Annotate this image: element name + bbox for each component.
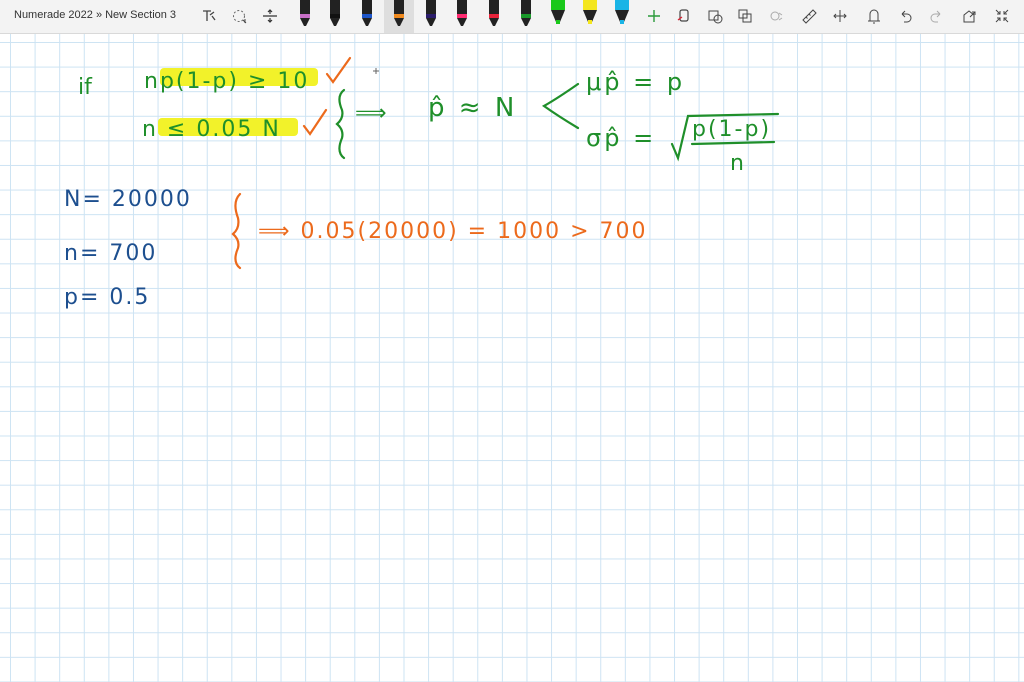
add-pen-icon[interactable] [643, 5, 665, 27]
cursor-crosshair [373, 68, 379, 74]
pen-navy-icon[interactable] [422, 0, 440, 28]
calc-line: ⟹ 0.05(20000) = 1000 > 700 [258, 219, 648, 244]
fit-width-icon[interactable] [829, 5, 851, 27]
brace-1 [335, 88, 346, 160]
sd-denominator: n [730, 151, 744, 176]
add-space-icon[interactable] [259, 5, 281, 27]
brace-2 [231, 192, 242, 270]
given-n: n= 700 [64, 241, 157, 266]
note-canvas[interactable]: if np(1-p) ≥ 10 n ≤ 0.05 N ⟹ p̂ ≈ N μp̂ … [0, 34, 1024, 682]
pen-purple-icon[interactable] [296, 0, 314, 28]
check-1 [325, 56, 352, 84]
if-label: if [78, 75, 93, 100]
full-page-icon[interactable] [958, 5, 980, 27]
pen-black-icon[interactable] [326, 0, 344, 28]
ruler-icon[interactable] [798, 5, 820, 27]
pen-blue-icon[interactable] [358, 0, 376, 28]
highlighter-yellow-icon[interactable] [581, 0, 599, 28]
redo-icon [926, 5, 948, 27]
ink-to-shape-icon[interactable] [673, 5, 695, 27]
pen-pink-icon[interactable] [453, 0, 471, 28]
ribbon-toolbar: Numerade 2022 » New Section 3 [0, 0, 1024, 34]
collapse-icon[interactable] [991, 5, 1013, 27]
pen-orange-icon[interactable] [384, 0, 414, 33]
normal-bracket [541, 82, 580, 130]
eraser-icon[interactable] [228, 5, 250, 27]
mean-line: μp̂ = p [586, 68, 685, 96]
given-p: p= 0.5 [64, 285, 150, 310]
ink-to-text-icon[interactable] [704, 5, 726, 27]
given-N: N= 20000 [64, 187, 192, 212]
lasso-select-icon[interactable] [198, 5, 220, 27]
pen-red-icon[interactable] [485, 0, 503, 28]
check-2 [302, 108, 328, 136]
condition-n: n ≤ 0.05 N [142, 117, 281, 142]
condition-np: np(1-p) ≥ 10 [144, 69, 309, 94]
highlighter-green-icon[interactable] [549, 0, 567, 28]
ink-to-math-icon[interactable] [734, 5, 756, 27]
implies-arrow-1: ⟹ [355, 101, 387, 126]
undo-icon[interactable] [894, 5, 916, 27]
sd-line-lhs: σp̂ = [586, 124, 656, 152]
pen-green-icon[interactable] [517, 0, 535, 28]
breadcrumb[interactable]: Numerade 2022 » New Section 3 [14, 9, 176, 21]
phat-normal: p̂ ≈ N [428, 93, 517, 123]
sd-numerator: p(1-p) [692, 117, 771, 142]
highlighter-cyan-icon[interactable] [613, 0, 631, 28]
ink-layer: if np(1-p) ≥ 10 n ≤ 0.05 N ⟹ p̂ ≈ N μp̂ … [64, 56, 780, 310]
replay-icon [765, 5, 787, 27]
fraction-bar [690, 140, 776, 146]
touch-draw-icon[interactable] [863, 5, 885, 27]
